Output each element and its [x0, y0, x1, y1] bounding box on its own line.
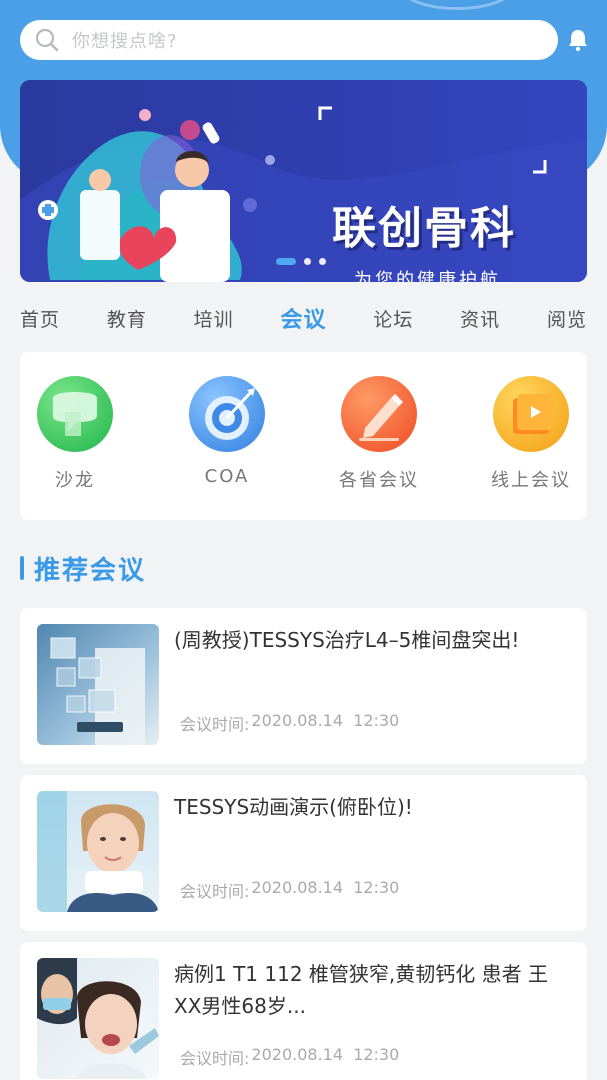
meeting-card[interactable]: (周教授)TESSYS治疗L4–5椎间盘突出! 会议时间: 2020.08.14…: [20, 608, 587, 764]
video-book-icon: [493, 376, 569, 452]
meeting-time: 会议时间: 2020.08.14 12:30: [180, 711, 399, 735]
category-coa[interactable]: COA: [172, 376, 282, 487]
pagination-dot[interactable]: [276, 258, 296, 265]
category-tabs: 首页 教育 培训 会议 论坛 资讯 阅览: [20, 300, 587, 336]
meeting-time: 会议时间: 2020.08.14 12:30: [180, 878, 399, 902]
doctor-xray-thumb: [37, 624, 159, 745]
meeting-title: 病例1 T1 112 椎管狭窄,黄韧钙化 患者 王XX男性68岁...: [174, 962, 548, 1018]
tab-home[interactable]: 首页: [20, 305, 60, 332]
search-icon: [34, 27, 60, 53]
meeting-time-value: 2020.08.14 12:30: [251, 878, 400, 897]
search-input[interactable]: 你想搜点啥?: [72, 27, 178, 53]
category-label: 线上会议: [491, 470, 571, 491]
meeting-category-card: 沙龙 COA 各省会议 线上会议: [20, 352, 587, 520]
neck-brace-patient-thumb: [37, 791, 159, 912]
banner-brackets: [318, 106, 547, 174]
bell-icon[interactable]: [567, 28, 589, 52]
dental-patient-thumb: [37, 958, 159, 1079]
tab-meeting[interactable]: 会议: [280, 302, 326, 334]
category-salon[interactable]: 沙龙: [20, 376, 130, 492]
meeting-time-value: 2020.08.14 12:30: [251, 711, 400, 730]
meeting-title: (周教授)TESSYS治疗L4–5椎间盘突出!: [174, 628, 520, 652]
meeting-card[interactable]: 病例1 T1 112 椎管狭窄,黄韧钙化 患者 王XX男性68岁... 会议时间…: [20, 942, 587, 1080]
meeting-title: TESSYS动画演示(俯卧位)!: [174, 795, 413, 819]
pagination-dot[interactable]: [304, 258, 311, 265]
section-title: 推荐会议: [34, 555, 147, 586]
category-provincial[interactable]: 各省会议: [324, 376, 434, 492]
section-header-recommended: 推荐会议: [20, 550, 146, 586]
meeting-time: 会议时间: 2020.08.14 12:30: [180, 1045, 399, 1069]
meeting-time-label: 会议时间:: [180, 1049, 250, 1068]
meeting-card[interactable]: TESSYS动画演示(俯卧位)! 会议时间: 2020.08.14 12:30: [20, 775, 587, 931]
meeting-time-value: 2020.08.14 12:30: [251, 1045, 400, 1064]
promo-banner[interactable]: 联创骨科 为您的健康护航: [20, 80, 587, 282]
category-label: 各省会议: [339, 470, 419, 491]
category-online[interactable]: 线上会议: [476, 376, 586, 492]
pencil-icon: [341, 376, 417, 452]
meeting-time-label: 会议时间:: [180, 715, 250, 734]
tab-reading[interactable]: 阅览: [547, 305, 587, 332]
search-bar[interactable]: 你想搜点啥?: [20, 20, 558, 60]
category-label: 沙龙: [55, 470, 95, 491]
section-accent-bar: [20, 556, 24, 580]
tab-forum[interactable]: 论坛: [373, 305, 413, 332]
category-label: COA: [204, 466, 250, 487]
tab-education[interactable]: 教育: [107, 305, 147, 332]
salon-icon: [37, 376, 113, 452]
target-icon: [189, 376, 265, 452]
meeting-time-label: 会议时间:: [180, 882, 250, 901]
pagination-dot[interactable]: [319, 258, 326, 265]
header-decoration: [397, 0, 517, 10]
tab-news[interactable]: 资讯: [460, 305, 500, 332]
banner-pagination: [276, 258, 326, 265]
tab-training[interactable]: 培训: [194, 305, 234, 332]
